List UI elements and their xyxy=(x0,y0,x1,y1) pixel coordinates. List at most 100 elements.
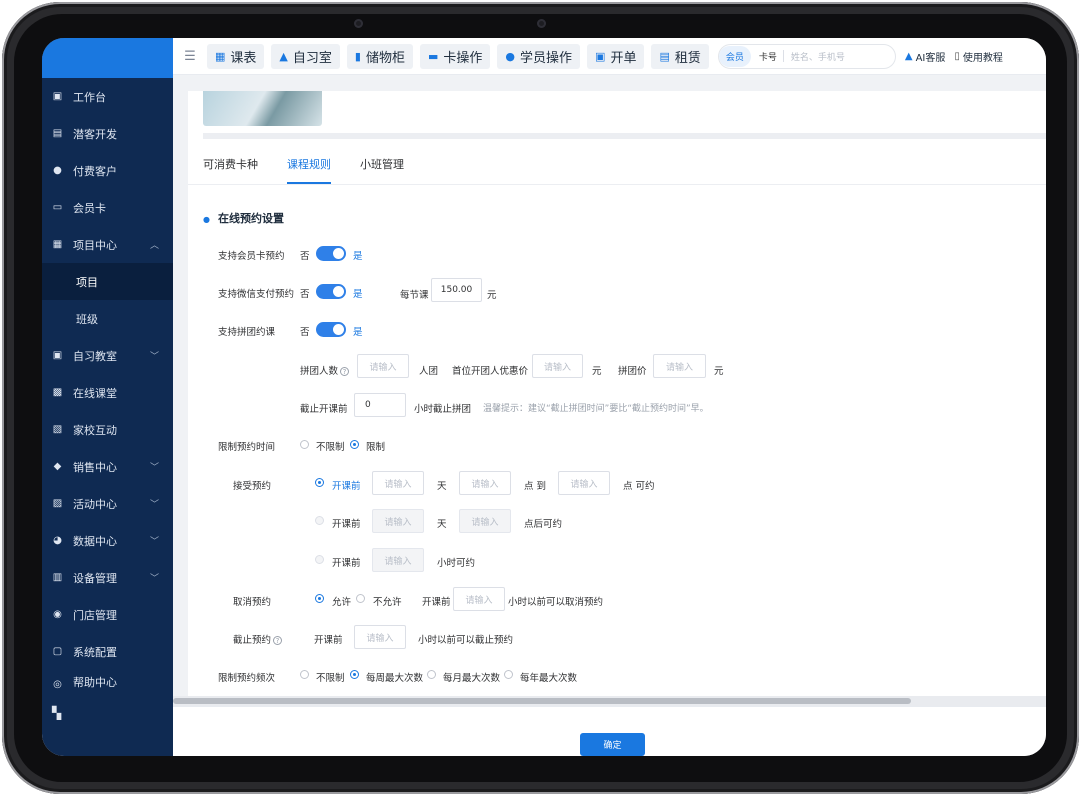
first-discount-input[interactable]: 请输入 xyxy=(532,354,583,378)
sidebar-item-leads[interactable]: ▤ 潜客开发 xyxy=(42,115,173,152)
radio-limited-label: 限制 xyxy=(366,442,386,453)
menu-toggle-icon[interactable]: ☰ xyxy=(173,49,207,64)
cancel-hours-input[interactable]: 请输入 xyxy=(453,587,505,611)
study-room-button[interactable]: ▲ 自习室 xyxy=(271,43,340,69)
tab-consumable-cards[interactable]: 可消费卡种 xyxy=(203,156,258,184)
wechat-booking-switch[interactable] xyxy=(316,284,346,299)
radio-unlimited-label: 不限制 xyxy=(316,442,345,453)
switch-off-label: 否 xyxy=(300,251,310,262)
radio-allow[interactable] xyxy=(315,594,324,603)
radio-limited[interactable] xyxy=(350,440,359,449)
group-size-label: 拼团人数? xyxy=(300,363,350,377)
radio-frequency-unlimited[interactable] xyxy=(300,670,309,679)
divider xyxy=(188,184,1046,185)
id-card-icon: ▤ xyxy=(52,128,63,139)
yuan-unit: 元 xyxy=(592,366,602,377)
help-question-icon[interactable]: ? xyxy=(273,636,283,645)
chevron-down-icon: ﹀ xyxy=(149,463,159,473)
accept-option-3-radio[interactable] xyxy=(315,555,324,564)
sidebar-item-device[interactable]: ▥ 设备管理 ﹀ xyxy=(42,559,173,596)
sidebar-item-data[interactable]: ◕ 数据中心 ﹀ xyxy=(42,522,173,559)
group-booking-switch[interactable] xyxy=(316,322,346,337)
accept-hours-input-3[interactable]: 请输入 xyxy=(372,548,424,572)
card-operation-button[interactable]: ▬ 卡操作 xyxy=(419,43,491,69)
horizontal-scrollbar[interactable] xyxy=(173,696,1046,706)
group-price-label: 拼团价 xyxy=(618,366,647,377)
student-operation-button[interactable]: ● 学员操作 xyxy=(497,43,581,69)
study-room-icon: ▲ xyxy=(279,49,288,63)
search-type-select[interactable]: 卡号 xyxy=(759,50,777,63)
group-size-input[interactable]: 请输入 xyxy=(357,354,409,378)
cutoff-hours-input[interactable]: 请输入 xyxy=(354,625,406,649)
sidebar-item-online-class[interactable]: ▩ 在线课堂 xyxy=(42,374,173,411)
day-unit: 天 xyxy=(437,481,447,492)
tab-course-rules[interactable]: 课程规则 xyxy=(287,156,331,184)
accept-option-1-radio[interactable] xyxy=(315,478,324,487)
accept-days-input-2[interactable]: 请输入 xyxy=(372,509,424,533)
accept-option-2-radio[interactable] xyxy=(315,516,324,525)
day-unit: 天 xyxy=(437,519,447,530)
sidebar-subitem-project[interactable]: 项目 xyxy=(42,263,173,300)
locker-button[interactable]: ▮ 储物柜 xyxy=(346,43,413,69)
after-hour-label: 点后可约 xyxy=(524,519,563,530)
cancel-prefix-label: 开课前 xyxy=(422,597,451,608)
button-label: 租赁 xyxy=(674,50,701,66)
member-tag[interactable]: 会员 xyxy=(718,45,751,67)
sidebar-subitem-class[interactable]: 班级 xyxy=(42,300,173,337)
tutorial-label: 使用教程 xyxy=(962,52,1003,64)
deadline-hours-input[interactable]: 0 xyxy=(354,393,406,417)
sidebar-item-label: 会员卡 xyxy=(73,201,106,215)
bullet-icon: ● xyxy=(203,215,210,224)
schedule-button[interactable]: ▦ 课表 xyxy=(207,43,265,69)
switch-off-label: 否 xyxy=(300,327,310,338)
ai-service-label: AI客服 xyxy=(915,52,946,64)
group-price-input[interactable]: 请输入 xyxy=(653,354,706,378)
sidebar-item-label: 销售中心 xyxy=(73,460,117,474)
sidebar-item-home-school[interactable]: ▧ 家校互动 xyxy=(42,411,173,448)
sidebar-item-project-center[interactable]: ▦ 项目中心 ︿ xyxy=(42,226,173,263)
sidebar-item-label: 自习教室 xyxy=(73,349,117,363)
sidebar-item-label: 门店管理 xyxy=(73,608,117,622)
member-booking-switch[interactable] xyxy=(316,246,346,261)
sidebar-item-paid-customers[interactable]: ● 付费客户 xyxy=(42,152,173,189)
search-input[interactable]: 姓名、手机号 xyxy=(791,50,845,63)
project-icon: ▦ xyxy=(52,239,63,250)
sidebar-item-sales[interactable]: ◆ 销售中心 ﹀ xyxy=(42,448,173,485)
sidebar-item-member-card[interactable]: ▭ 会员卡 xyxy=(42,189,173,226)
help-icon: ◎ xyxy=(53,679,62,690)
sidebar-item-system[interactable]: ▢ 系统配置 xyxy=(42,633,173,670)
switch-on-label: 是 xyxy=(353,251,363,262)
radio-yearly-max[interactable] xyxy=(504,670,513,679)
sidebar-item-workbench[interactable]: ▣ 工作台 xyxy=(42,78,173,115)
apps-grid-icon[interactable]: ▚ xyxy=(52,706,61,720)
sidebar-item-store[interactable]: ◉ 门店管理 xyxy=(42,596,173,633)
camera-icon xyxy=(537,19,546,28)
ai-service-link[interactable]: ▲ AI客服 xyxy=(905,49,946,64)
accept-hour-input-2[interactable]: 请输入 xyxy=(459,509,511,533)
accept-end-hour-input[interactable]: 请输入 xyxy=(558,471,610,495)
sidebar: ▣ 工作台 ▤ 潜客开发 ● 付费客户 ▭ 会员卡 ▦ 项目中心 ︿ 项目 班级 ▣ 自习教室… xyxy=(42,38,173,756)
help-question-icon[interactable]: ? xyxy=(340,367,350,376)
sidebar-item-help[interactable]: ◎ 帮助中心 xyxy=(42,670,173,690)
app-screen: ▣ 工作台 ▤ 潜客开发 ● 付费客户 ▭ 会员卡 ▦ 项目中心 ︿ 项目 班级 ▣ 自习教室… xyxy=(42,38,1046,756)
create-order-button[interactable]: ▣ 开单 xyxy=(587,43,645,69)
scrollbar-thumb[interactable] xyxy=(173,698,911,704)
accept-days-input[interactable]: 请输入 xyxy=(372,471,424,495)
lease-button[interactable]: ▤ 租赁 xyxy=(651,43,709,69)
confirm-button[interactable]: 确定 xyxy=(580,733,645,756)
sidebar-item-study-room[interactable]: ▣ 自习教室 ﹀ xyxy=(42,337,173,374)
tab-small-class[interactable]: 小班管理 xyxy=(360,156,404,184)
radio-yearly-max-label: 每年最大次数 xyxy=(520,673,578,684)
price-per-class-input[interactable]: 150.00 xyxy=(431,278,482,302)
radio-disallow[interactable] xyxy=(356,594,365,603)
accept-option-3-label: 开课前 xyxy=(332,558,361,569)
sidebar-item-label: 家校互动 xyxy=(73,423,117,437)
radio-monthly-max[interactable] xyxy=(427,670,436,679)
radio-weekly-max[interactable] xyxy=(350,670,359,679)
accept-start-hour-input[interactable]: 请输入 xyxy=(459,471,511,495)
button-label: 自习室 xyxy=(292,50,332,66)
tutorial-link[interactable]: ▯ 使用教程 xyxy=(954,49,1003,64)
radio-disallow-label: 不允许 xyxy=(373,597,402,608)
sidebar-item-activity[interactable]: ▨ 活动中心 ﹀ xyxy=(42,485,173,522)
radio-unlimited[interactable] xyxy=(300,440,309,449)
